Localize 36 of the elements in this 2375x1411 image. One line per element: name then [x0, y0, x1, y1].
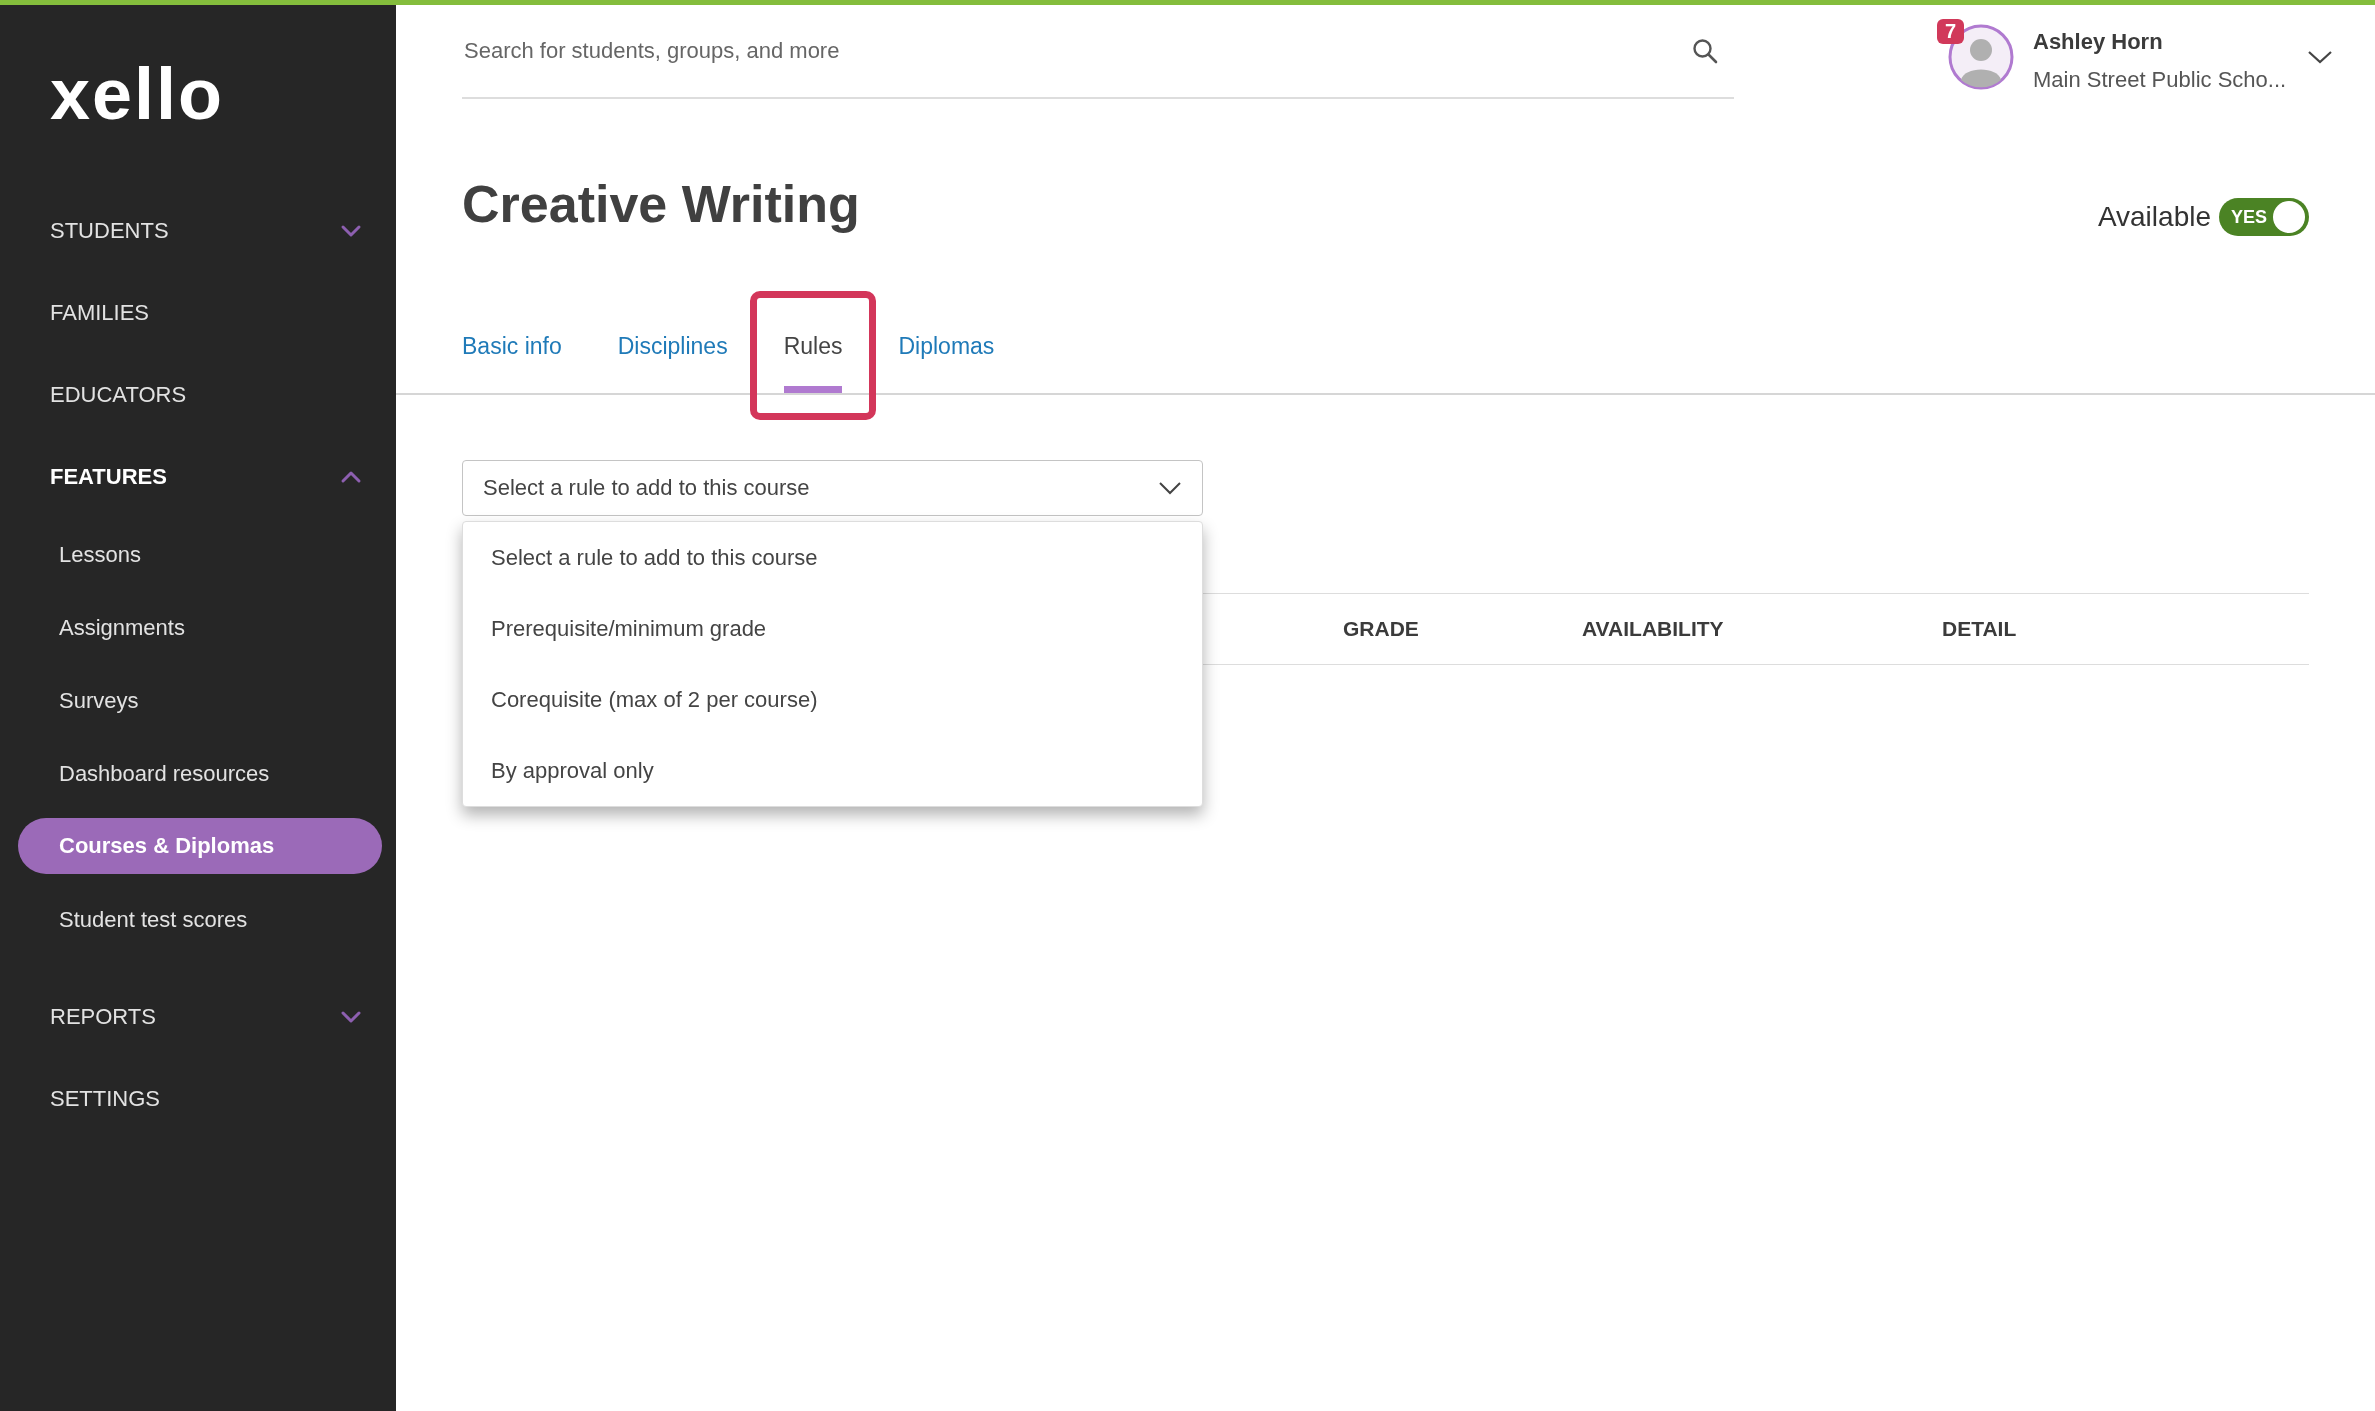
dropdown-option[interactable]: Prerequisite/minimum grade [463, 593, 1202, 664]
user-name: Ashley Horn [2033, 29, 2164, 55]
logo[interactable]: xello [0, 5, 225, 149]
sidebar-item[interactable]: REPORTS [0, 976, 396, 1058]
sidebar-item[interactable]: STUDENTS [0, 190, 396, 272]
tab[interactable]: Disciplines [617, 333, 728, 393]
column-header: AVAILABILITY [1582, 617, 1724, 641]
sidebar-item[interactable]: EDUCATORS [0, 354, 396, 436]
page-title: Creative Writing [462, 174, 860, 234]
sidebar-item[interactable]: Surveys [18, 664, 382, 737]
column-header: GRADE [1343, 617, 1419, 641]
sidebar-item[interactable]: Assignments [18, 591, 382, 664]
tab[interactable]: Rules [783, 333, 843, 393]
search-field[interactable]: Search for students, groups, and more [462, 37, 1692, 65]
availability-toggle[interactable]: YES [2219, 198, 2309, 236]
sidebar-item[interactable]: Dashboard resources [18, 737, 382, 810]
sidebar-item[interactable]: FAMILIES [0, 272, 396, 354]
avatar-icon [1948, 24, 2014, 90]
available-label: Available [2097, 201, 2211, 233]
sidebar-item[interactable]: Courses & Diplomas [18, 818, 382, 874]
column-header: DETAIL [1942, 617, 2017, 641]
rule-dropdown[interactable]: Select a rule to add to this course [462, 460, 1203, 516]
dropdown-option[interactable]: Corequisite (max of 2 per course) [463, 664, 1202, 735]
sidebar-item[interactable]: Student test scores [18, 883, 382, 956]
notification-badge: 7 [1937, 19, 1965, 44]
tab[interactable]: Diplomas [898, 333, 995, 393]
dropdown-option[interactable]: Select a rule to add to this course [463, 522, 1202, 593]
sidebar-item[interactable]: SETTINGS [0, 1058, 396, 1140]
dropdown-option[interactable]: By approval only [463, 735, 1202, 806]
sidebar-item[interactable]: FEATURES [0, 436, 396, 518]
sidebar-item[interactable]: Lessons [18, 518, 382, 591]
chevron-down-icon [2307, 49, 2333, 65]
chevron-down-icon [1158, 481, 1182, 495]
search-icon [1692, 38, 1718, 64]
tab[interactable]: Basic info [462, 333, 562, 393]
school-name: Main Street Public Scho... [2033, 67, 2288, 93]
